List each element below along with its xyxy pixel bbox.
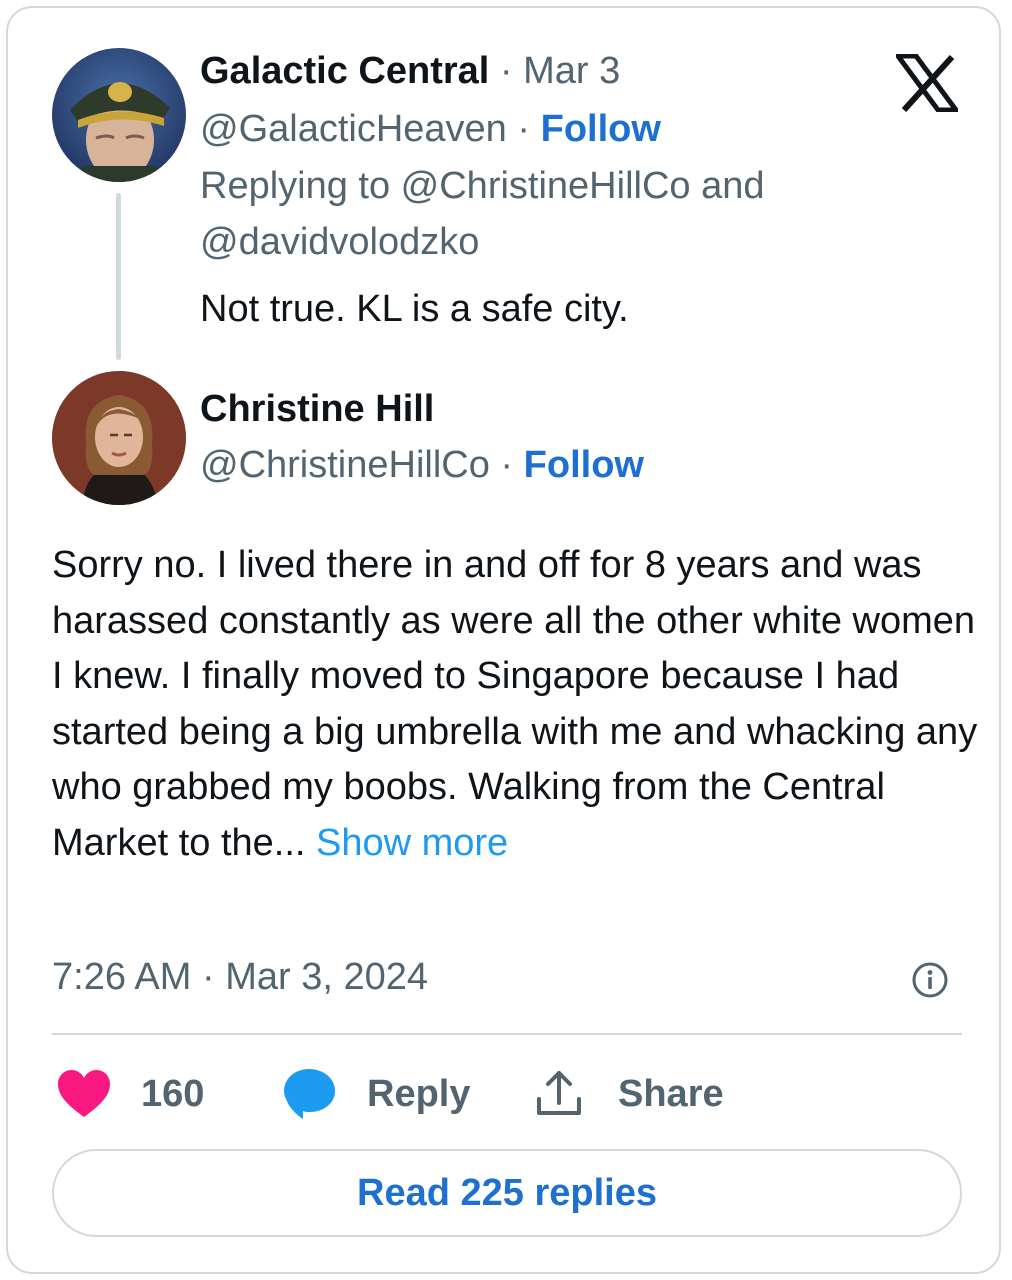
- replying-to-line-1: Replying to @ChristineHillCo and: [200, 165, 765, 207]
- date-separator: ·: [489, 50, 524, 92]
- avatar-image: [52, 371, 186, 505]
- like-count[interactable]: 160: [141, 1066, 204, 1122]
- thread-connector-line: [116, 193, 121, 360]
- like-button[interactable]: [56, 1066, 112, 1122]
- tweet-date[interactable]: Mar 3: [523, 50, 620, 92]
- follow-button[interactable]: Follow: [541, 108, 661, 150]
- main-tweet-handle-row: @ChristineHillCo · Follow: [200, 442, 644, 488]
- share-upload-icon: [537, 1071, 581, 1115]
- main-tweet-text: Sorry no. I lived there in and off for 8…: [52, 538, 982, 871]
- display-name[interactable]: Christine Hill: [200, 386, 434, 432]
- speech-bubble-icon: [284, 1069, 335, 1119]
- read-replies-button[interactable]: Read 225 replies: [52, 1149, 962, 1237]
- tweet-timestamp[interactable]: 7:26 AM · Mar 3, 2024: [52, 954, 428, 1000]
- reply-tweet-header: Galactic Central · Mar 3: [200, 48, 620, 94]
- heart-icon: [58, 1070, 110, 1117]
- divider: [52, 1033, 962, 1035]
- x-logo-icon[interactable]: [896, 54, 958, 112]
- reply-button[interactable]: [283, 1066, 339, 1122]
- show-more-link[interactable]: Show more: [316, 822, 508, 864]
- follow-button[interactable]: Follow: [524, 444, 644, 486]
- info-icon[interactable]: [911, 961, 949, 999]
- embedded-tweet-card: Galactic Central · Mar 3 @GalacticHeaven…: [6, 6, 1001, 1274]
- follow-separator: ·: [489, 444, 524, 486]
- tweet-body: Sorry no. I lived there in and off for 8…: [52, 544, 978, 864]
- reply-tweet-text: Not true. KL is a safe city.: [200, 288, 629, 330]
- follow-separator: ·: [506, 108, 541, 150]
- replying-to-line-2[interactable]: @davidvolodzko: [200, 219, 479, 265]
- reply-tweet-handle-row: @GalacticHeaven · Follow: [200, 106, 661, 152]
- share-label[interactable]: Share: [618, 1066, 724, 1122]
- reply-label[interactable]: Reply: [367, 1066, 470, 1122]
- user-handle[interactable]: @GalacticHeaven: [200, 108, 507, 150]
- user-handle[interactable]: @ChristineHillCo: [200, 444, 490, 486]
- avatar-image: [52, 48, 186, 182]
- display-name[interactable]: Galactic Central: [200, 50, 489, 92]
- share-button[interactable]: [534, 1066, 584, 1122]
- avatar[interactable]: [52, 48, 186, 182]
- avatar[interactable]: [52, 371, 186, 505]
